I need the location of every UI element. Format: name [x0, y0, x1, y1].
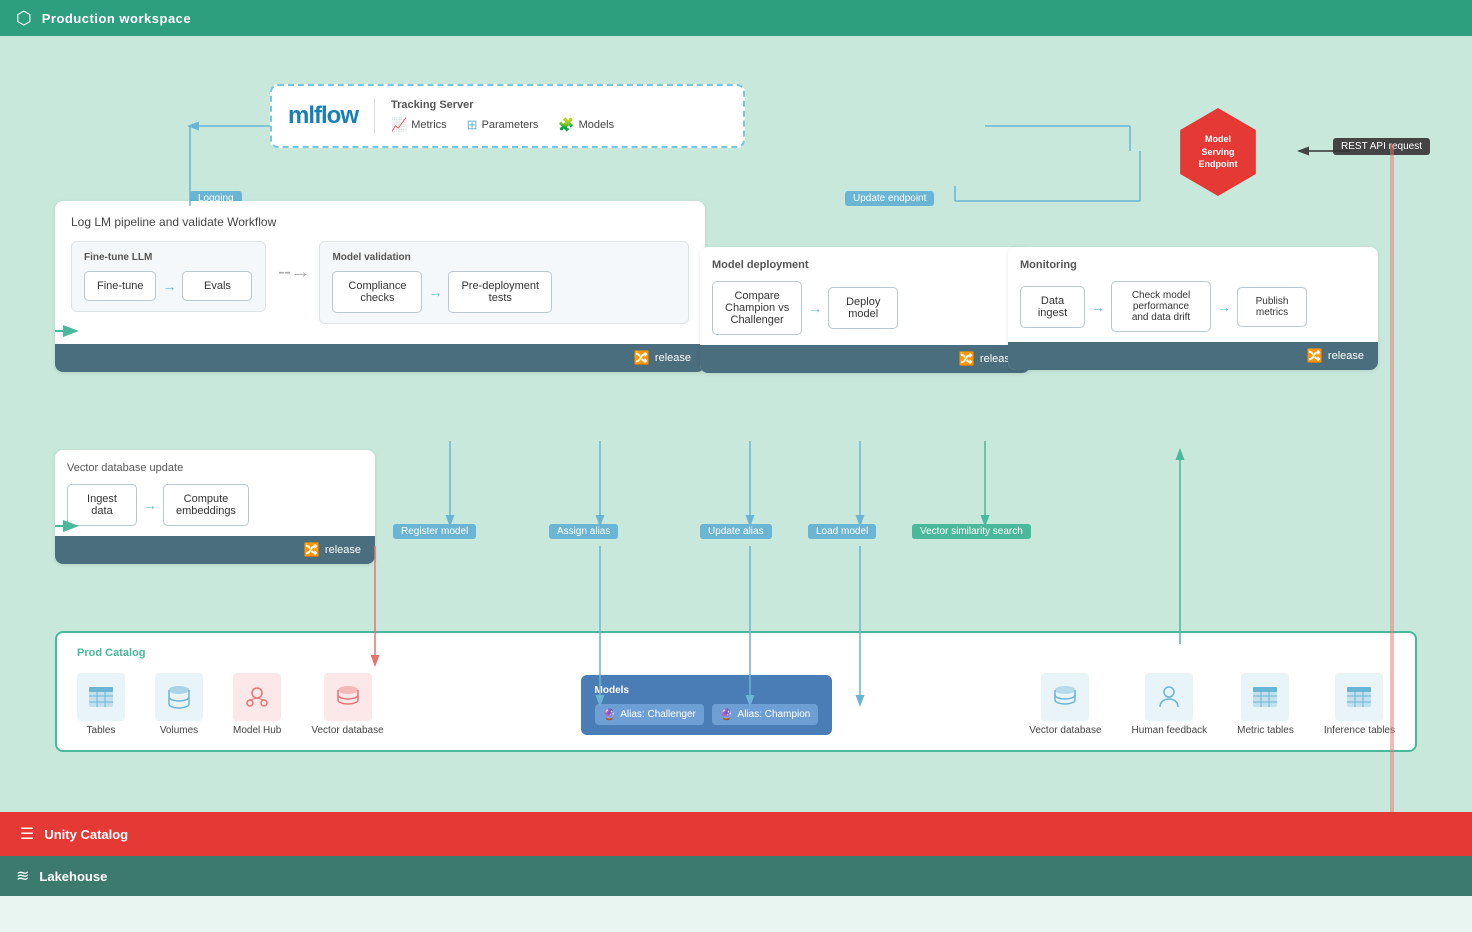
unity-catalog-bar: ☰ Unity Catalog: [0, 812, 1472, 856]
catalog-item-vector-db: Vector database: [311, 673, 383, 736]
models-title: Models: [595, 685, 819, 696]
monitoring-release-bar: 🔀 release: [1008, 342, 1378, 370]
tables-label: Tables: [87, 725, 116, 736]
inference-tables-label: Inference tables: [1324, 725, 1395, 736]
deployment-box: Model deployment Compare Champion vs Cha…: [700, 247, 1030, 373]
bottom-bar: ≋ Lakehouse: [0, 856, 1472, 896]
vector-db-right-label: Vector database: [1029, 725, 1101, 736]
update-endpoint-badge: Update endpoint: [845, 191, 934, 206]
tracking-server-label: Tracking Server: [391, 99, 727, 111]
workflow-title: Log LM pipeline and validate Workflow: [71, 215, 689, 229]
model-validation-box: Model validation Compliance checks → Pre…: [319, 241, 689, 324]
vector-release-text: release: [325, 544, 361, 556]
catalog-item-metric-tables: Metric tables: [1237, 673, 1294, 736]
top-bar-icon: ⬡: [16, 8, 32, 29]
vector-search-badge: Vector similarity search: [912, 524, 1031, 539]
catalog-item-inference-tables: Inference tables: [1324, 673, 1395, 736]
assign-alias-badge: Assign alias: [549, 524, 618, 539]
serving-endpoint: Model Serving Endpoint: [1174, 108, 1262, 196]
compliance-checks-step: Compliance checks: [332, 271, 422, 313]
deployment-title: Model deployment: [712, 259, 1018, 271]
model-hub-label: Model Hub: [233, 725, 281, 736]
tracking-metrics: 📈 Metrics: [391, 117, 447, 133]
deployment-release-bar: 🔀 release: [700, 345, 1030, 373]
unity-catalog-icon: ☰: [20, 824, 34, 844]
alias-champion: 🔮 Alias: Champion: [712, 704, 819, 725]
publish-metrics-step: Publish metrics: [1237, 287, 1307, 327]
vector-db-label-left: Vector database: [311, 725, 383, 736]
mlflow-tracking-box: mlflow Tracking Server 📈 Metrics ⊞ Param…: [270, 84, 745, 148]
unity-catalog-title: Unity Catalog: [44, 827, 128, 842]
monitoring-box: Monitoring Data ingest → Check model per…: [1008, 247, 1378, 370]
monitoring-release-text: release: [1328, 350, 1364, 362]
data-ingest-step: Data ingest: [1020, 286, 1085, 328]
tracking-models: 🧩 Models: [558, 117, 614, 133]
models-catalog-box: Models 🔮 Alias: Challenger 🔮 Alias: Cham…: [581, 675, 833, 735]
catalog-item-vector-db-right: Vector database: [1029, 673, 1101, 736]
register-model-badge: Register model: [393, 524, 476, 539]
monitoring-title: Monitoring: [1020, 259, 1366, 271]
evals-step: Evals: [182, 271, 252, 301]
prod-catalog-title: Prod Catalog: [77, 647, 1395, 659]
vector-box: Vector database update Ingest data → Com…: [55, 450, 375, 564]
prod-catalog: Prod Catalog Tables Volumes: [55, 631, 1417, 752]
workflow-release-bar: 🔀 release: [55, 344, 705, 372]
vector-release-bar: 🔀 release: [55, 536, 375, 564]
top-bar: ⬡ Production workspace: [0, 0, 1472, 36]
vector-title: Vector database update: [67, 462, 363, 474]
top-bar-title: Production workspace: [42, 11, 191, 26]
load-model-badge: Load model: [808, 524, 876, 539]
catalog-item-model-hub: Model Hub: [233, 673, 281, 736]
tracking-parameters: ⊞ Parameters: [467, 117, 539, 133]
metric-tables-label: Metric tables: [1237, 725, 1294, 736]
main-canvas: mlflow Tracking Server 📈 Metrics ⊞ Param…: [0, 36, 1472, 896]
dashed-arrow: - - →: [278, 241, 307, 284]
workflow-release-text: release: [655, 352, 691, 364]
arrow-icon-6: →: [143, 497, 157, 513]
mlflow-logo: mlflow: [288, 102, 358, 130]
bottom-bar-icon: ≋: [16, 866, 29, 886]
compute-embeddings-step: Compute embeddings: [163, 484, 249, 526]
fine-tune-step: Fine-tune: [84, 271, 156, 301]
arrow-icon-5: →: [1217, 299, 1231, 315]
arrow-icon-4: →: [1091, 299, 1105, 315]
check-model-step: Check model performance and data drift: [1111, 281, 1211, 332]
catalog-item-human-feedback: Human feedback: [1132, 673, 1208, 736]
workflow-box: Log LM pipeline and validate Workflow Fi…: [55, 201, 705, 372]
ingest-data-step: Ingest data: [67, 484, 137, 526]
arrow-icon: →: [162, 278, 176, 294]
update-alias-badge: Update alias: [700, 524, 772, 539]
deploy-model-step: Deploy model: [828, 287, 898, 329]
volumes-label: Volumes: [160, 725, 198, 736]
compare-champion-step: Compare Champion vs Challenger: [712, 281, 802, 335]
fine-tune-box: Fine-tune LLM Fine-tune → Evals: [71, 241, 266, 312]
serving-endpoint-text: Model Serving Endpoint: [1199, 133, 1238, 171]
bottom-bar-title: Lakehouse: [39, 869, 107, 884]
arrow-icon-2: →: [428, 284, 442, 300]
catalog-item-tables: Tables: [77, 673, 125, 736]
human-feedback-label: Human feedback: [1132, 725, 1208, 736]
rest-api-badge: REST API request: [1333, 138, 1430, 155]
pre-deployment-step: Pre-deployment tests: [448, 271, 552, 313]
catalog-item-volumes: Volumes: [155, 673, 203, 736]
arrow-icon-3: →: [808, 300, 822, 316]
alias-challenger: 🔮 Alias: Challenger: [595, 704, 704, 725]
